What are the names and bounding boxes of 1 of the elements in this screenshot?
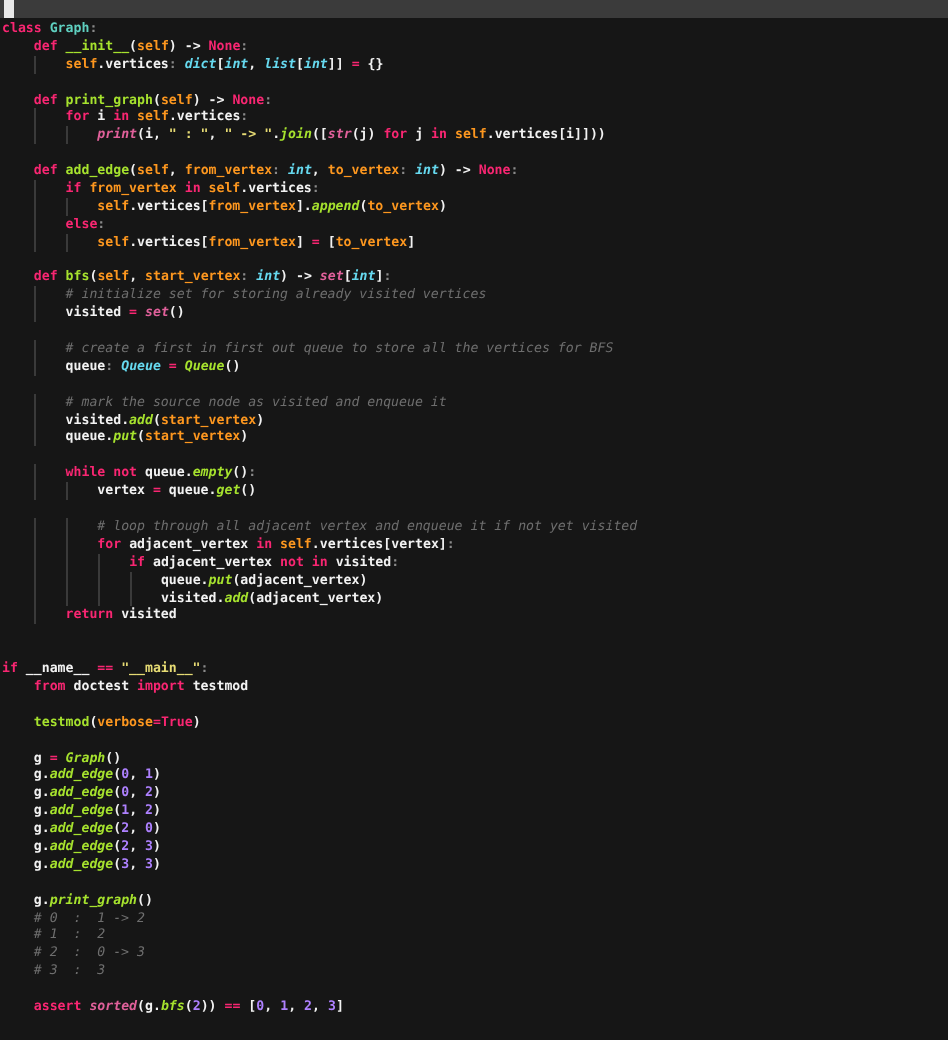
cursor-icon bbox=[4, 0, 14, 18]
